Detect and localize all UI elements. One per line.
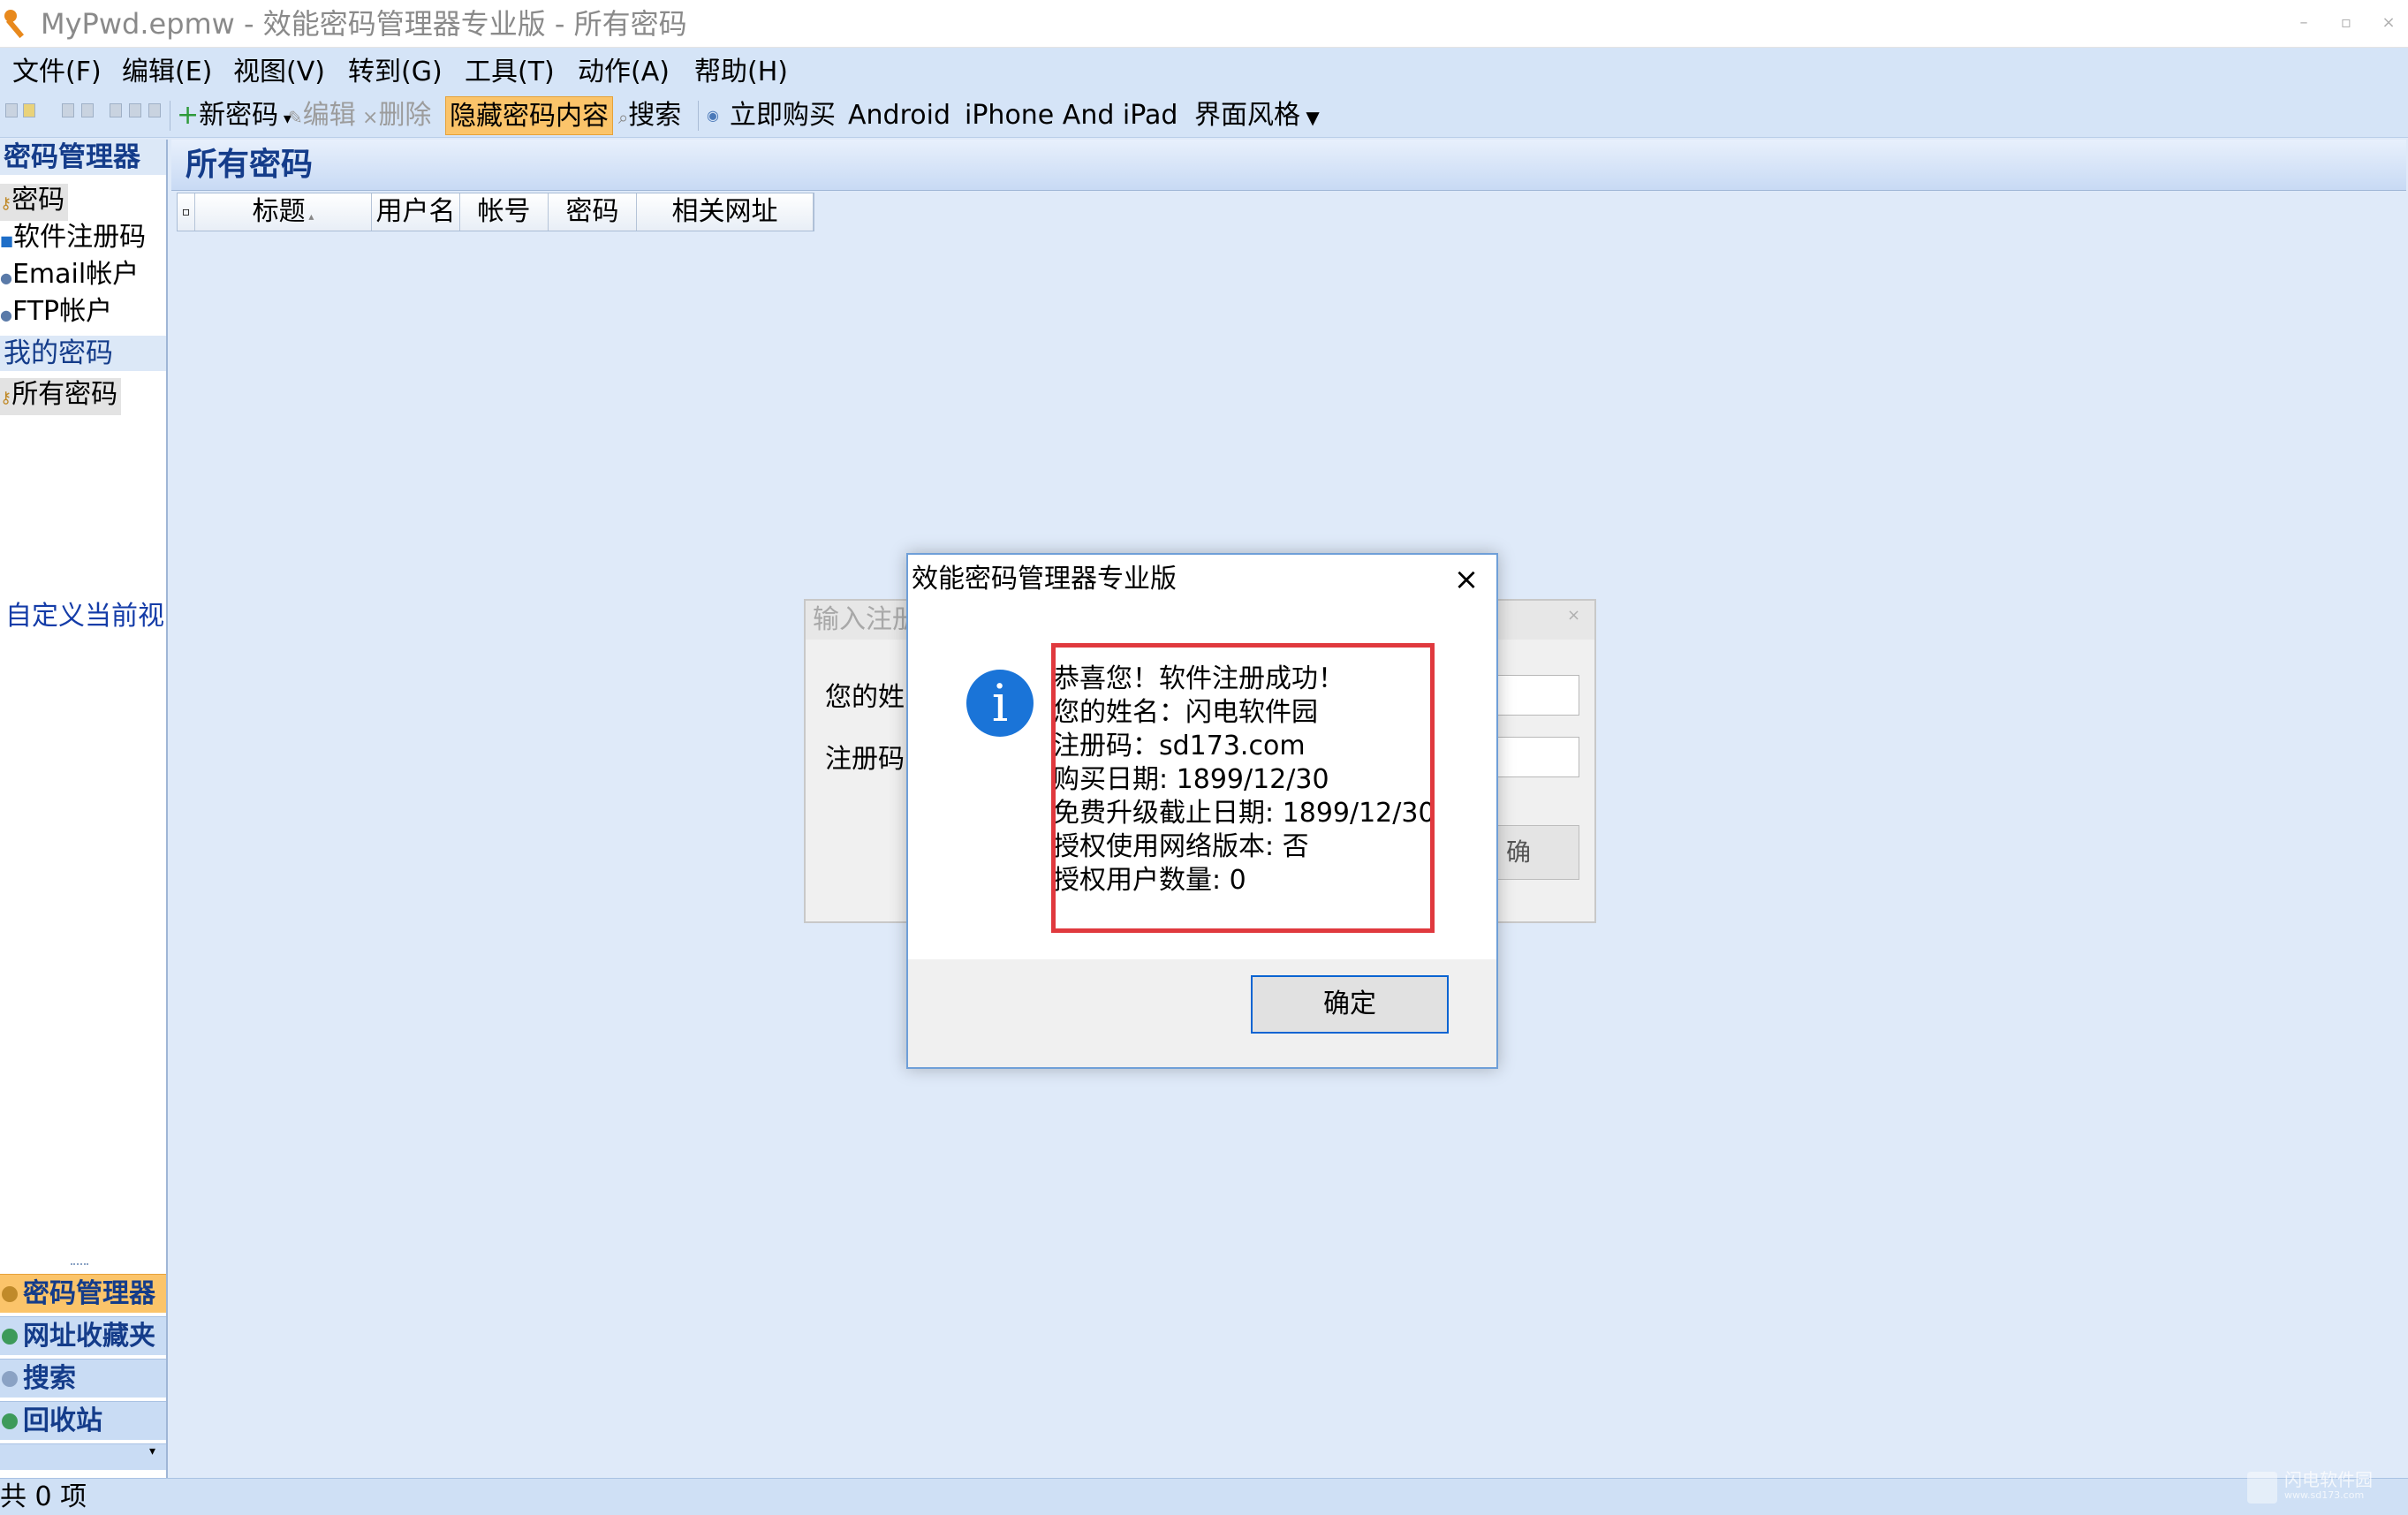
print-icon[interactable] [62,103,74,117]
watermark-url: www.sd173.com [2284,1489,2365,1501]
minimize-button[interactable]: – [2286,7,2321,39]
recycle-icon [2,1413,18,1429]
status-bar: 共 0 项 [0,1478,2408,1515]
nav-item-passwords[interactable]: ⚷密码 [0,184,69,221]
open-file-icon[interactable] [23,103,35,117]
customize-current-view-link[interactable]: 自定义当前视 [5,599,164,634]
confirm-registration-button[interactable]: 确 [1495,825,1579,880]
new-file-icon[interactable] [5,103,18,117]
registration-code-label: 注册码 [825,744,905,775]
menu-view[interactable]: 视图(V) [233,55,325,90]
nav-item-email-accounts[interactable]: ●Email帐户 [0,258,142,295]
content-header: 所有密码 [171,140,2406,191]
information-icon: i [966,670,1034,737]
close-icon[interactable]: × [1443,558,1489,601]
nav-item-all-passwords[interactable]: ⚷所有密码 [0,378,122,415]
toolbar-separator [698,101,699,131]
menu-file[interactable]: 文件(F) [12,55,102,90]
registration-success-message-box: 效能密码管理器专业版 × i 恭喜您！软件注册成功！ 您的姓名：闪电软件园 注册… [906,553,1498,1069]
row-icon-column[interactable]: ▫ [178,193,195,231]
nav-item-ftp-accounts[interactable]: ●FTP帐户 [0,295,116,332]
window-title: MyPwd.epmw - 效能密码管理器专业版 - 所有密码 [41,7,687,41]
edit-button[interactable]: ✎编辑 [284,96,360,135]
key-icon: ⚷ [0,194,12,213]
close-icon[interactable]: × [1567,606,1580,625]
registration-dialog-title: 输入注册 [813,604,919,635]
menu-help[interactable]: 帮助(H) [694,55,788,90]
splitter-grip[interactable] [71,1263,88,1267]
app-key-icon [4,10,25,39]
search-button[interactable]: ⌕搜索 [615,96,685,135]
menu-action[interactable]: 动作(A) [578,55,670,90]
menu-tools[interactable]: 工具(T) [465,55,555,90]
key-icon: ⚷ [0,389,12,407]
nav-item-software-keys[interactable]: ■软件注册码 [0,221,149,258]
highlight-annotation-box [1051,643,1435,933]
new-password-button[interactable]: +新密码 ▾ [173,96,295,135]
globe-icon [2,1329,18,1345]
toolbar: +新密码 ▾ ✎编辑 ×删除 隐藏密码内容 ⌕搜索 ◉ 立即购买 Android… [0,94,2408,138]
configure-buttons-chevron-icon[interactable]: ▾ [0,1443,166,1470]
item-count-status: 共 0 项 [0,1481,87,1512]
ui-style-dropdown[interactable]: 界面风格 ▼ [1191,96,1323,135]
iphone-ipad-button[interactable]: iPhone And iPad [961,96,1181,135]
navigation-pane: 密码管理器 ⚷密码 ■软件注册码 ●Email帐户 ●FTP帐户 我的密码 ⚷所… [0,140,168,1478]
buy-now-button[interactable]: 立即购买 [726,96,839,135]
software-key-icon: ■ [0,232,14,249]
registration-code-input[interactable] [1495,737,1579,777]
buy-icon: ◉ [707,107,719,124]
nav-section-password-manager: 密码管理器 [0,140,166,175]
menu-goto[interactable]: 转到(G) [348,55,443,90]
key-icon [2,1286,18,1302]
dropdown-arrow-icon: ▼ [1300,107,1320,128]
close-window-button[interactable]: × [2371,7,2406,39]
title-bar: MyPwd.epmw - 效能密码管理器专业版 - 所有密码 – ▫ × [0,0,2408,48]
menu-bar: 文件(F) 编辑(E) 视图(V) 转到(G) 工具(T) 动作(A) 帮助(H… [0,48,2408,94]
column-header-title[interactable]: 标题 ▴ [195,193,372,231]
watermark-logo: 闪电软件园 www.sd173.com [2247,1470,2399,1507]
lightning-logo-icon [2247,1472,2277,1504]
email-account-icon: ● [0,269,12,286]
delete-button[interactable]: ×删除 [359,96,435,135]
bottom-nav-recycle-bin[interactable]: 回收站 [0,1401,166,1440]
bottom-nav-password-manager[interactable]: 密码管理器 [0,1274,166,1313]
plus-icon: + [177,100,200,131]
search-icon [2,1371,18,1387]
name-input[interactable] [1495,675,1579,716]
column-header-account[interactable]: 帐号 [460,193,549,231]
cut-icon[interactable] [110,103,122,117]
menu-edit[interactable]: 编辑(E) [122,55,212,90]
maximize-button[interactable]: ▫ [2328,7,2364,39]
copy-icon[interactable] [129,103,141,117]
paste-icon[interactable] [148,103,161,117]
pencil-icon: ✎ [288,107,303,128]
preview-icon[interactable] [81,103,94,117]
search-icon: ⌕ [618,107,629,128]
ftp-account-icon: ● [0,307,12,323]
column-header-username[interactable]: 用户名 [372,193,460,231]
message-box-title: 效能密码管理器专业版 [912,564,1177,595]
hide-password-content-button[interactable]: 隐藏密码内容 [445,96,613,135]
bottom-nav-search[interactable]: 搜索 [0,1359,166,1398]
column-header-password[interactable]: 密码 [549,193,637,231]
column-header-url[interactable]: 相关网址 [637,193,814,231]
ok-button[interactable]: 确定 [1251,975,1449,1034]
watermark-name: 闪电软件园 [2284,1469,2373,1490]
delete-x-icon: × [362,107,379,129]
nav-section-my-passwords[interactable]: 我的密码 [0,336,166,371]
grid-column-header: ▫ 标题 ▴ 用户名 帐号 密码 相关网址 [177,193,814,231]
name-label: 您的姓 [825,682,905,713]
android-button[interactable]: Android [844,96,954,135]
sort-ascending-icon: ▴ [305,210,314,223]
page-title: 所有密码 [186,147,314,183]
bottom-nav-bookmarks[interactable]: 网址收藏夹 [0,1316,166,1355]
